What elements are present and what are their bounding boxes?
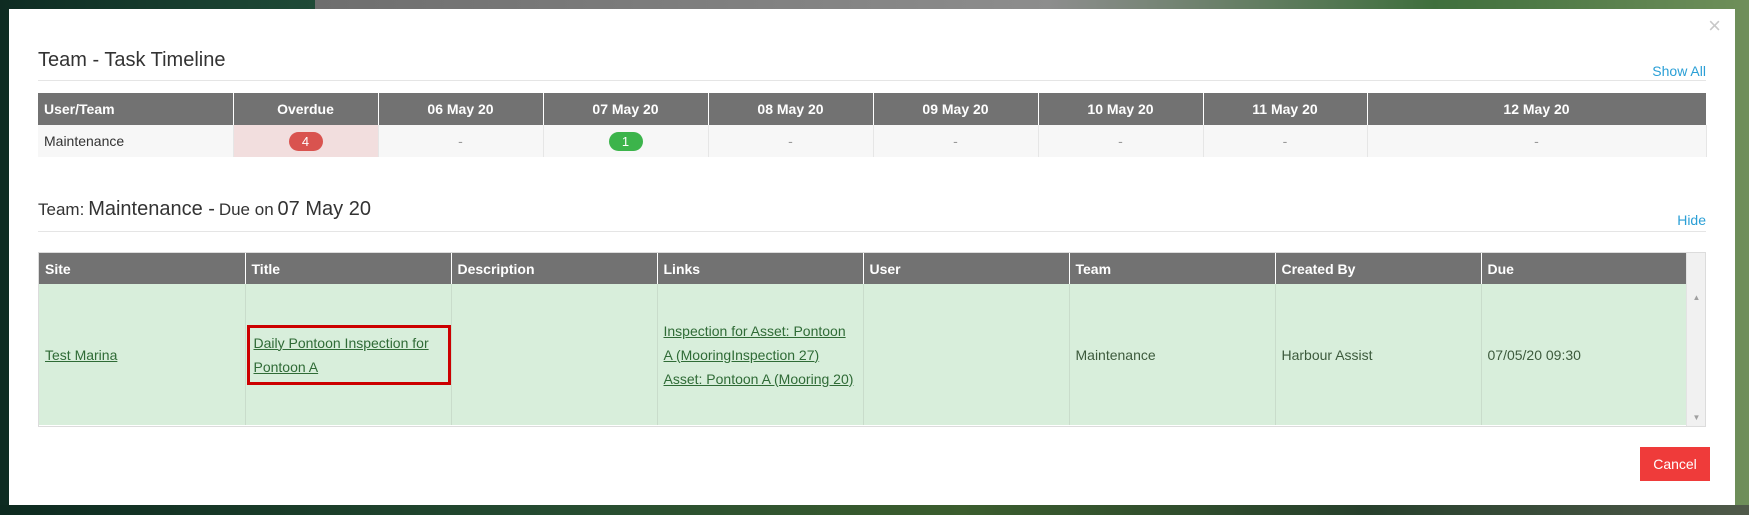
due-cell: 07/05/20 09:30 [1481, 284, 1687, 425]
overdue-cell: 4 [233, 125, 379, 157]
site-cell: Test Marina [39, 284, 246, 425]
date-cell: - [873, 125, 1039, 157]
task-table-container: Site Title Description Links User Team C… [38, 252, 1706, 427]
detail-due-label: Due on [218, 200, 274, 219]
close-icon[interactable]: × [1708, 15, 1721, 37]
detail-team-name: Maintenance - [88, 198, 215, 220]
date-cell: 1 [543, 125, 709, 157]
timeline-header-row: User/Team Overdue 06 May 20 07 May 20 08… [38, 93, 1707, 125]
col-header-site: Site [39, 253, 246, 284]
task-header-row: Site Title Description Links User Team C… [39, 253, 1687, 284]
col-header-date: 11 May 20 [1203, 93, 1368, 125]
col-header-user: User [863, 253, 1070, 284]
team-name-cell: Maintenance [38, 125, 234, 157]
col-header-date: 09 May 20 [873, 93, 1039, 125]
background-map-strip [0, 505, 1749, 515]
asset-link[interactable]: Asset: Pontoon A (Mooring 20) [664, 371, 854, 387]
overdue-count-badge[interactable]: 4 [288, 131, 323, 151]
date-cell: - [378, 125, 544, 157]
col-header-due: Due [1481, 253, 1687, 284]
scroll-down-arrow-icon[interactable]: ▼ [1687, 413, 1705, 422]
timeline-title: Team - Task Timeline [38, 49, 226, 71]
timeline-row: Maintenance 4 - 1 - - - - - [38, 125, 1707, 157]
col-header-date: 08 May 20 [708, 93, 874, 125]
task-table: Site Title Description Links User Team C… [39, 253, 1687, 425]
col-header-date: 12 May 20 [1367, 93, 1707, 125]
scroll-up-arrow-icon[interactable]: ▲ [1687, 293, 1705, 302]
col-header-links: Links [657, 253, 864, 284]
detail-prefix: Team: [38, 200, 85, 219]
date-cell: - [1367, 125, 1707, 157]
hide-link[interactable]: Hide [1677, 212, 1706, 228]
created-by-cell: Harbour Assist [1275, 284, 1482, 425]
site-link[interactable]: Test Marina [45, 347, 117, 363]
col-header-created-by: Created By [1275, 253, 1482, 284]
timeline-section-header: Team - Task Timeline Show All [38, 49, 1706, 81]
title-focus-box: Daily Pontoon Inspection for Pontoon A [246, 324, 451, 385]
task-title-link[interactable]: Daily Pontoon Inspection for Pontoon A [254, 335, 429, 375]
col-header-date: 06 May 20 [378, 93, 544, 125]
user-cell [863, 284, 1070, 425]
description-cell [451, 284, 658, 425]
vertical-scrollbar[interactable]: ▲ ▼ [1686, 253, 1705, 426]
col-header-user-team: User/Team [38, 93, 234, 125]
date-cell: - [1038, 125, 1204, 157]
show-all-link[interactable]: Show All [1652, 63, 1706, 79]
col-header-overdue: Overdue [233, 93, 379, 125]
detail-section-header: Team: Maintenance - Due on 07 May 20 Hid… [38, 198, 1706, 232]
detail-due-date: 07 May 20 [277, 198, 371, 220]
team-cell: Maintenance [1069, 284, 1276, 425]
col-header-date: 10 May 20 [1038, 93, 1204, 125]
inspection-link[interactable]: Inspection for Asset: Pontoon A (Mooring… [664, 323, 846, 363]
date-cell: - [1203, 125, 1368, 157]
table-row[interactable]: Test Marina Daily Pontoon Inspection for… [39, 284, 1687, 425]
links-cell: Inspection for Asset: Pontoon A (Mooring… [657, 284, 864, 425]
title-cell: Daily Pontoon Inspection for Pontoon A [245, 284, 452, 425]
col-header-description: Description [451, 253, 658, 284]
cancel-button[interactable]: Cancel [1640, 447, 1710, 481]
col-header-team: Team [1069, 253, 1276, 284]
col-header-title: Title [245, 253, 452, 284]
task-timeline-modal: × Team - Task Timeline Show All User/Tea… [9, 9, 1735, 505]
timeline-table: User/Team Overdue 06 May 20 07 May 20 08… [38, 93, 1707, 157]
col-header-date: 07 May 20 [543, 93, 709, 125]
due-count-badge[interactable]: 1 [608, 131, 643, 151]
date-cell: - [708, 125, 874, 157]
